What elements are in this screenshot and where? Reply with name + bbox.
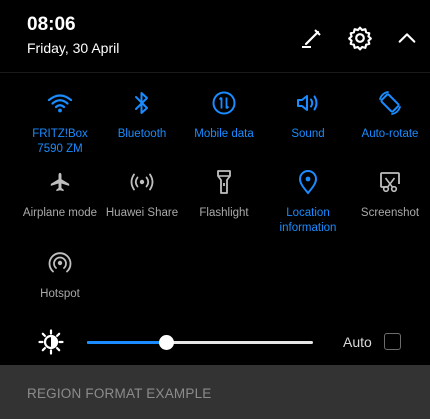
- tile-label: Sound: [291, 128, 325, 140]
- hotspot-icon: [48, 252, 72, 273]
- background-app-title: REGION FORMAT EXAMPLE: [27, 386, 212, 401]
- settings-button[interactable]: [346, 24, 374, 52]
- tile-label: Bluetooth: [117, 128, 167, 140]
- collapse-button[interactable]: [393, 24, 421, 52]
- screenshot-icon: [380, 172, 400, 193]
- tile-huawei-share[interactable]: Huawei Share: [99, 167, 185, 221]
- tile-airplane-mode[interactable]: Airplane mode: [17, 167, 103, 221]
- tile-screenshot[interactable]: Screenshot: [347, 167, 430, 221]
- clock-time: 08:06: [27, 14, 76, 35]
- brightness-row: Auto: [0, 322, 430, 362]
- tile-label: Mobile data: [194, 128, 254, 140]
- brightness-slider-thumb[interactable]: [159, 335, 175, 350]
- quick-settings-panel: 08:06 Friday, 30 April FRITZ!Box 7590 ZM…: [0, 0, 430, 365]
- huawei-share-icon: [130, 173, 154, 191]
- tile-flashlight[interactable]: Flashlight: [181, 167, 267, 221]
- header-divider: [0, 72, 430, 73]
- auto-brightness-label: Auto: [343, 334, 372, 350]
- wifi-icon: [47, 94, 73, 113]
- tile-label: Huawei Share: [105, 207, 179, 219]
- edit-button[interactable]: [297, 24, 325, 52]
- sound-icon: [297, 95, 318, 111]
- tile-wifi[interactable]: FRITZ!Box 7590 ZM: [17, 88, 103, 157]
- tile-sound[interactable]: Sound: [265, 88, 351, 142]
- auto-brightness-checkbox[interactable]: [384, 333, 401, 350]
- tile-label: FRITZ!Box 7590 ZM: [32, 128, 88, 155]
- tile-label: Location information: [279, 207, 337, 234]
- tile-label: Flashlight: [199, 207, 249, 219]
- brightness-slider[interactable]: [87, 335, 313, 350]
- background-app-strip: REGION FORMAT EXAMPLE: [0, 365, 430, 419]
- tile-mobile-data[interactable]: Mobile data: [181, 88, 267, 142]
- pencil-edit-icon: [302, 29, 321, 48]
- tile-bluetooth[interactable]: Bluetooth: [99, 88, 185, 142]
- bluetooth-icon: [135, 92, 148, 114]
- gear-icon: [348, 26, 372, 51]
- chevron-up-icon: [398, 33, 416, 43]
- auto-rotate-icon: [379, 91, 401, 115]
- location-icon: [298, 170, 318, 195]
- tile-label: Auto-rotate: [361, 128, 419, 140]
- flashlight-icon: [217, 170, 231, 194]
- mobile-data-icon: [212, 91, 236, 115]
- tile-auto-rotate[interactable]: Auto-rotate: [347, 88, 430, 142]
- brightness-slider-fill: [87, 341, 167, 344]
- tile-hotspot[interactable]: Hotspot: [17, 248, 103, 302]
- tile-label: Airplane mode: [22, 207, 98, 219]
- brightness-icon: [38, 329, 64, 355]
- clock-date: Friday, 30 April: [27, 40, 120, 56]
- tile-location[interactable]: Location information: [265, 167, 351, 236]
- airplane-icon: [50, 172, 70, 192]
- tile-label: Screenshot: [360, 207, 420, 219]
- status-header: 08:06 Friday, 30 April: [0, 0, 430, 72]
- tile-label: Hotspot: [40, 288, 80, 300]
